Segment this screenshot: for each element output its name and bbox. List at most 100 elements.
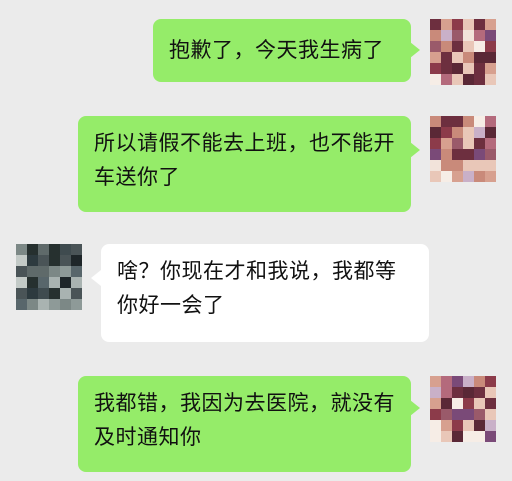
avatar-pixel: [441, 376, 452, 387]
avatar-pixel: [16, 288, 27, 299]
avatar-pixel: [463, 431, 474, 442]
avatar-pixel: [452, 387, 463, 398]
avatar-pixel: [452, 160, 463, 171]
avatar-pixel: [474, 30, 485, 41]
avatar-pixel: [474, 149, 485, 160]
avatar-pixel: [474, 160, 485, 171]
avatar-pixel: [452, 116, 463, 127]
avatar[interactable]: [430, 376, 496, 442]
avatar-pixel: [452, 30, 463, 41]
avatar[interactable]: [430, 116, 496, 182]
avatar-pixel: [430, 52, 441, 63]
avatar-pixel: [463, 116, 474, 127]
avatar-pixel: [430, 376, 441, 387]
avatar-pixel: [430, 420, 441, 431]
avatar-pixel: [441, 160, 452, 171]
avatar-pixel: [441, 171, 452, 182]
avatar-pixel: [474, 127, 485, 138]
avatar-pixel: [16, 255, 27, 266]
avatar-pixel: [38, 288, 49, 299]
avatar-pixel: [441, 41, 452, 52]
message-bubble[interactable]: 抱歉了，今天我生病了: [153, 19, 411, 82]
avatar-pixel: [27, 299, 38, 310]
avatar-pixel: [71, 277, 82, 288]
avatar-pixel: [463, 387, 474, 398]
avatar-pixel: [441, 127, 452, 138]
avatar-pixel: [463, 171, 474, 182]
avatar[interactable]: [430, 19, 496, 85]
avatar-pixel: [27, 288, 38, 299]
avatar-pixel: [485, 171, 496, 182]
avatar-pixel: [463, 149, 474, 160]
avatar-pixel: [60, 299, 71, 310]
avatar-pixel: [430, 30, 441, 41]
avatar-pixel: [485, 149, 496, 160]
avatar-pixel: [430, 19, 441, 30]
avatar-pixel: [430, 431, 441, 442]
avatar-pixel: [463, 398, 474, 409]
avatar-pixel: [441, 19, 452, 30]
avatar-pixel: [441, 409, 452, 420]
avatar-pixel: [27, 266, 38, 277]
avatar-pixel: [430, 74, 441, 85]
avatar-pixel: [463, 30, 474, 41]
bubble-tail: [410, 400, 420, 416]
avatar-pixel: [16, 266, 27, 277]
avatar-pixel: [485, 420, 496, 431]
avatar-pixel: [474, 52, 485, 63]
avatar-pixel: [441, 63, 452, 74]
avatar-pixel: [60, 288, 71, 299]
avatar-pixel: [452, 138, 463, 149]
avatar-pixel: [60, 255, 71, 266]
message-bubble[interactable]: 啥？你现在才和我说，我都等你好一会了: [101, 244, 429, 342]
avatar-pixel: [474, 41, 485, 52]
avatar-pixel: [452, 171, 463, 182]
avatar-pixel: [16, 244, 27, 255]
avatar-pixel: [452, 409, 463, 420]
avatar-pixel: [71, 299, 82, 310]
bubble-tail: [91, 270, 101, 286]
message-bubble[interactable]: 我都错，我因为去医院，就没有及时通知你: [78, 376, 411, 472]
avatar-pixel: [485, 398, 496, 409]
avatar-pixel: [38, 244, 49, 255]
avatar-pixel: [49, 244, 60, 255]
avatar-pixel: [452, 149, 463, 160]
avatar-pixel: [485, 138, 496, 149]
avatar-pixel: [38, 255, 49, 266]
avatar-pixel: [441, 74, 452, 85]
avatar-pixel: [430, 41, 441, 52]
avatar-pixel: [430, 171, 441, 182]
avatar-pixel: [49, 266, 60, 277]
message-bubble[interactable]: 所以请假不能去上班，也不能开车送你了: [78, 116, 411, 212]
avatar-pixel: [71, 255, 82, 266]
avatar-pixel: [27, 244, 38, 255]
avatar-pixel: [60, 277, 71, 288]
avatar-pixel: [485, 63, 496, 74]
avatar-pixel: [441, 52, 452, 63]
avatar-pixel: [452, 376, 463, 387]
avatar-pixel: [430, 149, 441, 160]
avatar-pixel: [27, 255, 38, 266]
avatar-pixel: [463, 52, 474, 63]
avatar-pixel: [463, 127, 474, 138]
avatar-pixel: [71, 288, 82, 299]
bubble-tail: [410, 142, 420, 158]
avatar-pixel: [452, 63, 463, 74]
avatar-pixel: [485, 127, 496, 138]
avatar-pixel: [452, 398, 463, 409]
avatar-pixel: [49, 299, 60, 310]
avatar-pixel: [485, 19, 496, 30]
avatar-pixel: [38, 277, 49, 288]
avatar-pixel: [430, 138, 441, 149]
avatar-pixel: [485, 160, 496, 171]
avatar-pixel: [441, 431, 452, 442]
avatar[interactable]: [16, 244, 82, 310]
avatar-pixel: [441, 116, 452, 127]
avatar-pixel: [452, 431, 463, 442]
avatar-pixel: [485, 409, 496, 420]
avatar-pixel: [463, 376, 474, 387]
avatar-pixel: [452, 19, 463, 30]
avatar-pixel: [474, 138, 485, 149]
avatar-pixel: [441, 387, 452, 398]
avatar-pixel: [463, 74, 474, 85]
